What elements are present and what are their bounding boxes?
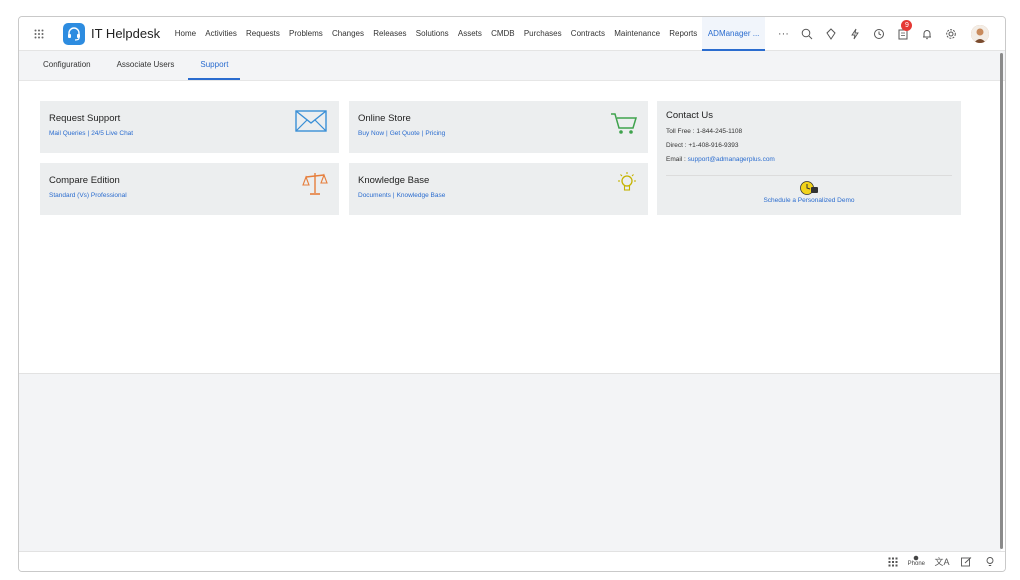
contact-us-card: Contact Us Toll Free : 1-844-245-1108 Di… xyxy=(657,101,961,215)
link-separator: | xyxy=(386,130,388,137)
card-links: Buy Now | Get Quote | Pricing xyxy=(358,130,445,137)
tab-configuration[interactable]: Configuration xyxy=(31,51,103,80)
nav-contracts[interactable]: Contracts xyxy=(566,17,609,51)
user-avatar[interactable] xyxy=(971,24,990,43)
nav-cmdb[interactable]: CMDB xyxy=(486,17,519,51)
nav-home[interactable]: Home xyxy=(170,17,201,51)
card-links: Mail Queries | 24/5 Live Chat xyxy=(49,130,133,137)
live-chat-link[interactable]: 24/5 Live Chat xyxy=(91,130,133,137)
knowledge-base-link[interactable]: Knowledge Base xyxy=(397,192,446,199)
gear-icon[interactable] xyxy=(941,24,961,44)
toolbar-icons: ··· 9 xyxy=(773,19,990,44)
cart-icon xyxy=(610,111,638,142)
support-content: Request Support Mail Queries | 24/5 Live C… xyxy=(19,81,1001,373)
scale-icon xyxy=(302,171,328,202)
direct-number: Direct : +1-408-916-9393 xyxy=(666,142,739,149)
bottom-status-bar: Phone 文A xyxy=(19,551,1005,571)
nav-requests[interactable]: Requests xyxy=(241,17,284,51)
mail-icon xyxy=(295,110,327,137)
vertical-scrollbar[interactable] xyxy=(1000,53,1003,549)
online-store-card: Online Store Buy Now | Get Quote | Pricing xyxy=(349,101,648,153)
notes-icon[interactable] xyxy=(957,554,975,570)
app-grid-icon[interactable] xyxy=(29,29,49,39)
settings-tab-bar: Configuration Associate Users Support xyxy=(19,51,1005,81)
language-icon[interactable]: 文A xyxy=(933,554,951,570)
ai-assist-icon[interactable] xyxy=(821,24,841,44)
mail-queries-link[interactable]: Mail Queries xyxy=(49,130,85,137)
keypad-icon[interactable] xyxy=(884,554,902,570)
notification-count-badge: 9 xyxy=(901,19,913,31)
app-window: IT Helpdesk Home Activities Requests Pro… xyxy=(18,16,1006,572)
app-title: IT Helpdesk xyxy=(91,26,161,41)
card-title: Knowledge Base xyxy=(358,175,430,186)
lightbulb-icon xyxy=(615,171,639,202)
lightbulb-tip-icon[interactable] xyxy=(981,554,999,570)
phone-label: Phone xyxy=(907,561,925,567)
support-email-link[interactable]: support@admanagerplus.com xyxy=(688,156,775,163)
email-label: Email : xyxy=(666,156,688,163)
schedule-demo[interactable]: Schedule a Personalized Demo xyxy=(657,180,961,204)
schedule-demo-link[interactable]: Schedule a Personalized Demo xyxy=(763,197,854,204)
search-icon[interactable] xyxy=(797,24,817,44)
compare-edition-card: Compare Edition Standard (Vs) Profession… xyxy=(40,163,339,215)
nav-assets[interactable]: Assets xyxy=(453,17,486,51)
history-icon[interactable] xyxy=(869,24,889,44)
nav-maintenance[interactable]: Maintenance xyxy=(610,17,665,51)
nav-activities[interactable]: Activities xyxy=(201,17,242,51)
card-links: Standard (Vs) Professional xyxy=(49,192,127,199)
link-separator: | xyxy=(87,130,90,137)
more-menu-icon[interactable]: ··· xyxy=(773,24,793,44)
nav-purchases[interactable]: Purchases xyxy=(519,17,566,51)
link-separator: | xyxy=(392,192,395,199)
card-title: Request Support xyxy=(49,113,121,124)
helpdesk-logo-icon xyxy=(63,22,85,45)
toll-free-number: Toll Free : 1-844-245-1108 xyxy=(666,128,743,135)
card-title: Contact Us xyxy=(666,110,713,121)
tasks-icon[interactable]: 9 xyxy=(893,19,913,44)
tab-support[interactable]: Support xyxy=(188,51,241,80)
nav-changes[interactable]: Changes xyxy=(327,17,368,51)
card-title: Compare Edition xyxy=(49,175,120,186)
tab-associate-users[interactable]: Associate Users xyxy=(105,51,187,80)
buy-now-link[interactable]: Buy Now xyxy=(358,130,384,137)
bell-icon[interactable] xyxy=(917,24,937,44)
nav-solutions[interactable]: Solutions xyxy=(411,17,453,51)
nav-admanager[interactable]: ADManager ... xyxy=(701,17,766,51)
standard-vs-professional-link[interactable]: Standard (Vs) Professional xyxy=(49,192,127,199)
card-links: Documents | Knowledge Base xyxy=(358,192,445,199)
empty-lower-panel xyxy=(19,373,1001,552)
request-support-card: Request Support Mail Queries | 24/5 Live C… xyxy=(40,101,339,153)
nav-reports[interactable]: Reports xyxy=(665,17,702,51)
email-line: Email : support@admanagerplus.com xyxy=(666,156,775,163)
knowledge-base-card: Knowledge Base Documents | Knowledge Base xyxy=(349,163,648,215)
nav-problems[interactable]: Problems xyxy=(284,17,327,51)
quick-actions-icon[interactable] xyxy=(845,24,865,44)
top-navigation-bar: IT Helpdesk Home Activities Requests Pro… xyxy=(19,17,1005,51)
divider xyxy=(666,175,952,176)
demo-clock-icon xyxy=(800,181,818,195)
card-title: Online Store xyxy=(358,113,411,124)
documents-link[interactable]: Documents xyxy=(358,192,391,199)
phone-button[interactable]: Phone xyxy=(908,555,925,568)
get-quote-link[interactable]: Get Quote xyxy=(390,130,420,137)
link-separator: | xyxy=(421,130,424,137)
main-nav: Home Activities Requests Problems Change… xyxy=(170,17,766,51)
nav-releases[interactable]: Releases xyxy=(369,17,412,51)
pricing-link[interactable]: Pricing xyxy=(425,130,445,137)
